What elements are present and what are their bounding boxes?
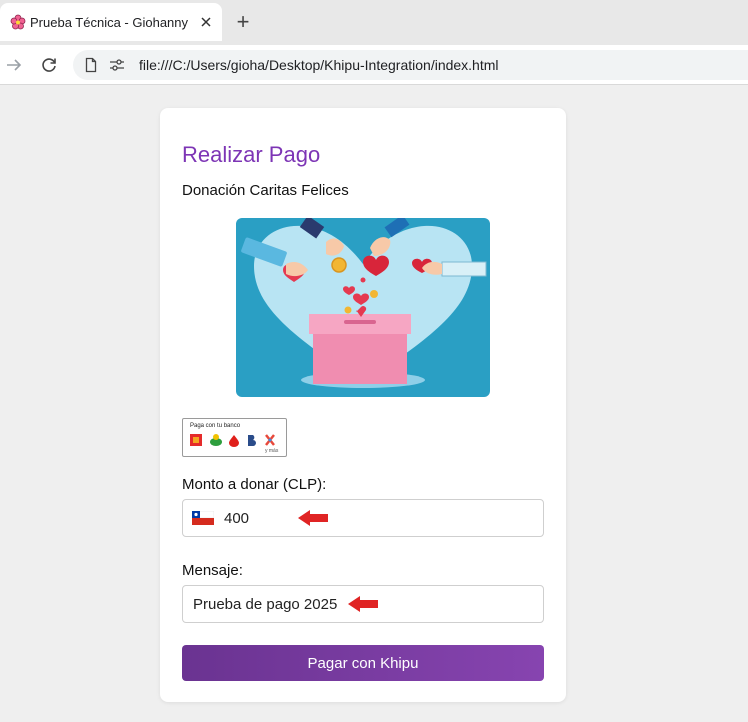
donation-illustration: [236, 218, 490, 397]
amount-input[interactable]: 400: [182, 499, 544, 537]
bank-badge-title: Paga con tu banco: [190, 423, 241, 429]
red-arrow-icon: [296, 509, 330, 527]
reload-icon[interactable]: [37, 53, 61, 77]
new-tab-button[interactable]: +: [233, 11, 253, 33]
file-icon: [83, 57, 99, 73]
tab-strip: Prueba Técnica - Giohanny +: [0, 0, 748, 45]
message-label: Mensaje:: [182, 562, 243, 579]
payment-card: Realizar Pago Donación Caritas Felices P…: [160, 108, 566, 702]
address-bar[interactable]: file:///C:/Users/gioha/Desktop/Khipu-Int…: [73, 50, 748, 80]
url-text: file:///C:/Users/gioha/Desktop/Khipu-Int…: [139, 57, 499, 73]
amount-label: Monto a donar (CLP):: [182, 476, 327, 493]
pay-with-khipu-button[interactable]: Pagar con Khipu: [182, 645, 544, 681]
amount-value: 400: [224, 509, 250, 527]
bank-badge-more: y más: [265, 448, 279, 454]
site-settings-icon[interactable]: [109, 57, 125, 73]
browser-tab[interactable]: Prueba Técnica - Giohanny: [0, 3, 222, 41]
browser-toolbar: file:///C:/Users/gioha/Desktop/Khipu-Int…: [0, 45, 748, 85]
tab-title: Prueba Técnica - Giohanny: [30, 14, 189, 30]
red-arrow-icon: [346, 595, 380, 613]
donation-subtitle: Donación Caritas Felices: [182, 182, 349, 199]
chile-flag-icon: [192, 511, 214, 525]
flower-favicon-icon: [10, 14, 26, 30]
message-value: Prueba de pago 2025: [193, 595, 338, 613]
page-title: Realizar Pago: [182, 142, 321, 167]
bank-logos-icon: [190, 434, 275, 447]
bank-payment-badge: Paga con tu banco y más: [182, 418, 287, 457]
forward-arrow-icon[interactable]: [2, 53, 26, 77]
close-tab-icon[interactable]: [198, 14, 214, 30]
